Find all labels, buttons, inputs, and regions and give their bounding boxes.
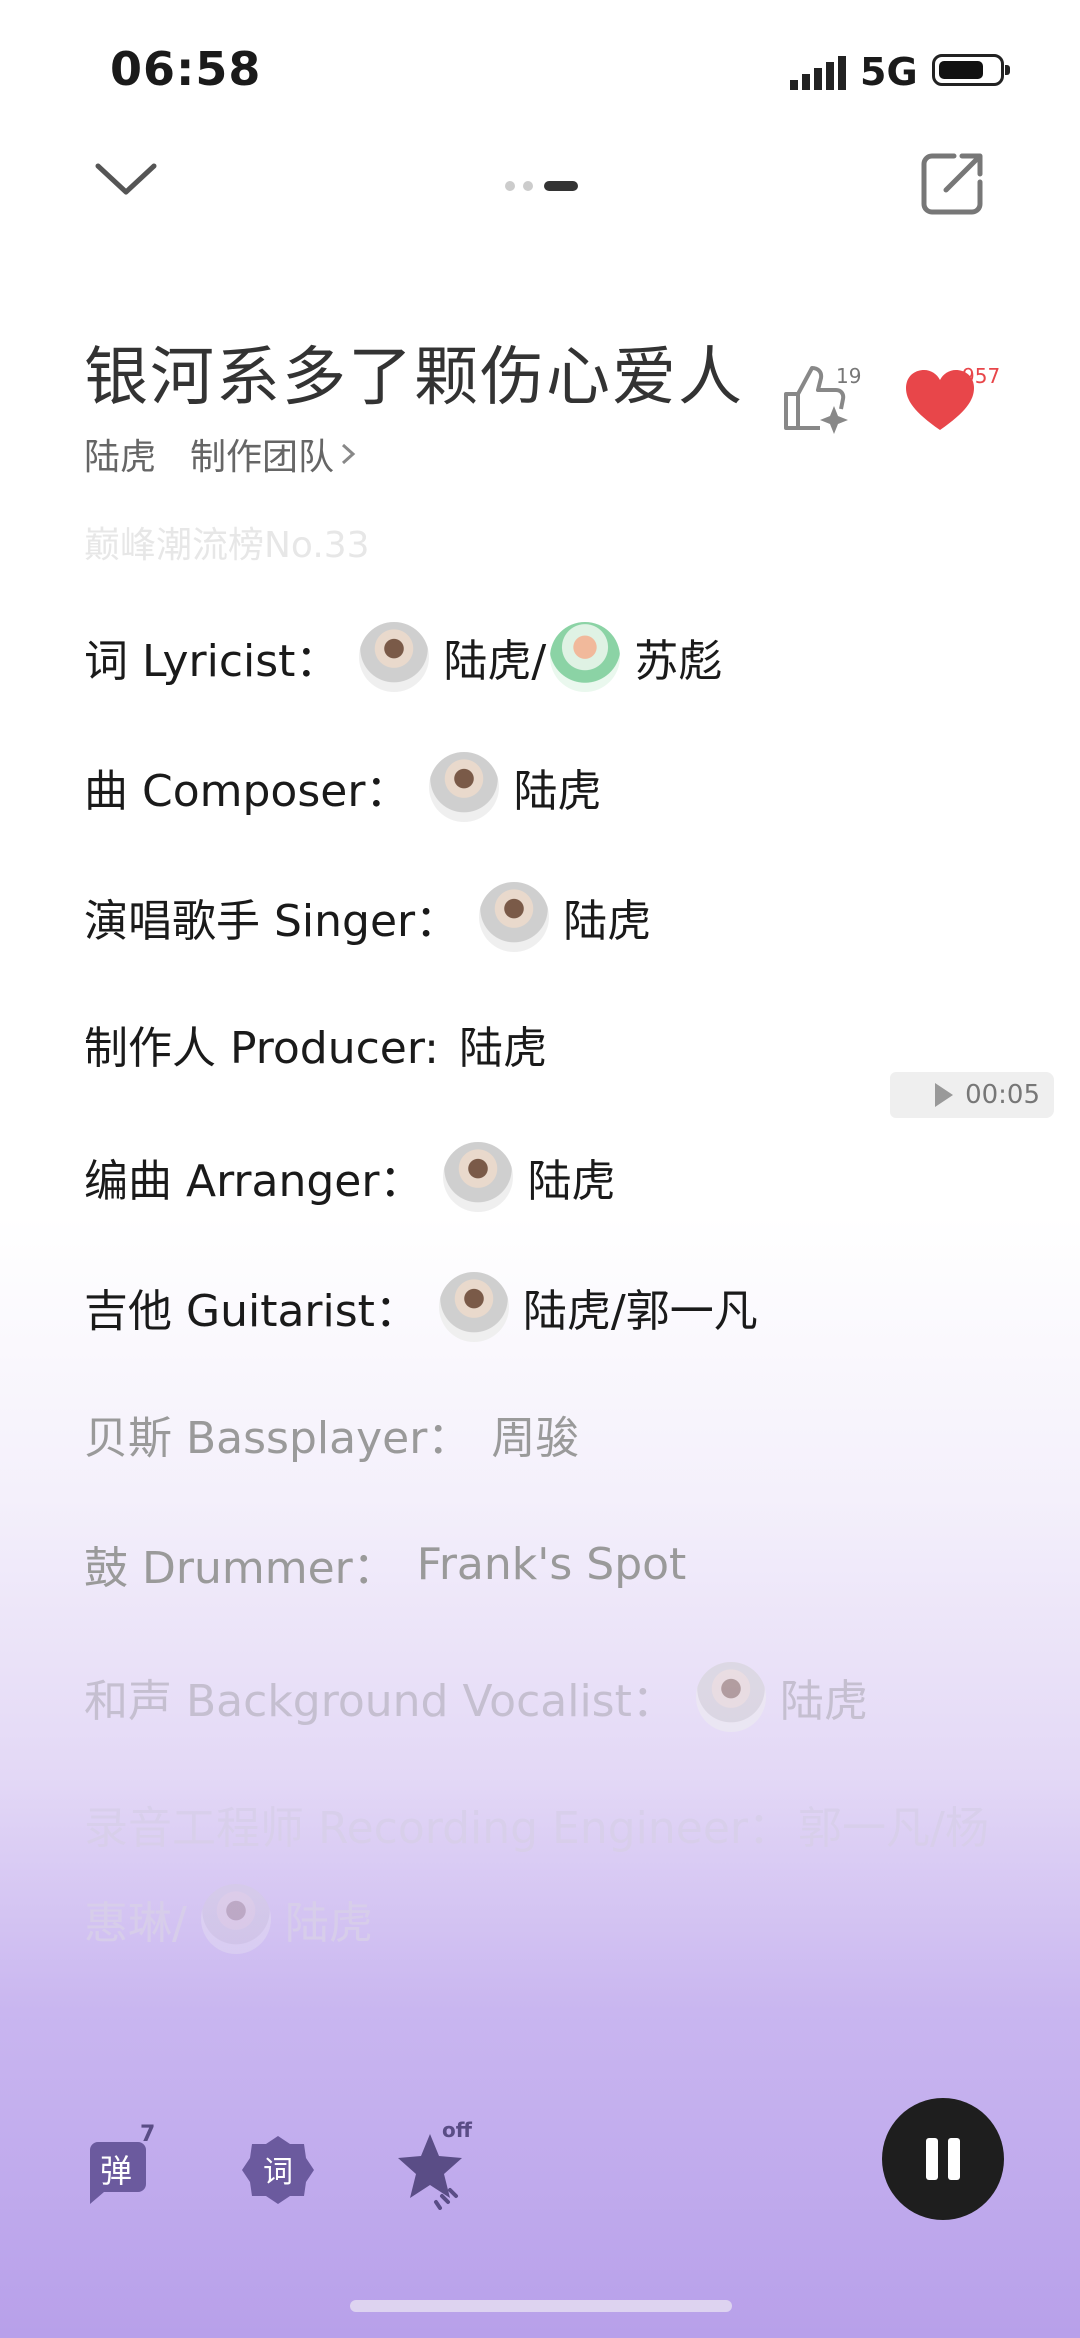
avatar[interactable]	[550, 622, 621, 692]
status-time: 06:58	[110, 42, 262, 96]
song-subtitle: 陆虎 制作团队	[84, 428, 356, 480]
credit-label: 吉他 Guitarist：	[84, 1286, 419, 1337]
credit-label: 编曲 Arranger：	[84, 1156, 424, 1207]
pause-button[interactable]	[882, 2098, 1004, 2220]
avatar[interactable]	[200, 1884, 271, 1954]
credit-label: 鼓 Drummer：	[84, 1543, 397, 1594]
like-count: 19	[836, 364, 862, 388]
credit-name: 陆虎	[284, 1898, 373, 1949]
credit-name[interactable]: 苏彪	[634, 625, 722, 689]
battery-icon	[932, 54, 1010, 86]
danmaku-icon-text: 弹	[100, 2152, 132, 2190]
pause-icon	[926, 2138, 938, 2180]
credit-name: 郭一凡/杨	[798, 1803, 989, 1854]
pause-icon	[948, 2138, 960, 2180]
credit-name[interactable]: 陆虎/郭一凡	[523, 1275, 758, 1339]
avatar[interactable]	[695, 1662, 766, 1732]
credit-bassplayer: 贝斯 Bassplayer： 周骏	[84, 1402, 579, 1466]
avatar[interactable]	[429, 752, 500, 822]
favorite-count: 957	[962, 364, 1001, 388]
credit-label: 曲 Composer：	[84, 766, 410, 817]
avatar[interactable]	[479, 882, 550, 952]
team-link-label: 制作团队	[190, 437, 335, 478]
credit-name[interactable]: 陆虎	[513, 755, 601, 819]
credit-label: 贝斯 Bassplayer：	[84, 1413, 472, 1464]
avatar[interactable]	[443, 1142, 514, 1212]
effect-star-button[interactable]: off	[396, 2118, 476, 2210]
song-title: 银河系多了颗伤心爱人	[84, 341, 744, 415]
credit-recording-engineer-line2: 惠琳/ 陆虎	[84, 1884, 373, 1954]
avatar[interactable]	[438, 1272, 509, 1342]
credit-arranger: 编曲 Arranger： 陆虎	[84, 1142, 615, 1212]
play-icon	[935, 1083, 954, 1107]
credit-background-vocalist: 和声 Background Vocalist： 陆虎	[84, 1662, 868, 1732]
credit-name: Frank's Spot	[416, 1538, 687, 1590]
credit-label: 录音工程师 Recording Engineer：	[84, 1803, 792, 1854]
credit-name: 惠琳/	[84, 1898, 187, 1949]
star-icon	[398, 2134, 462, 2210]
credit-composer: 曲 Composer： 陆虎	[84, 752, 601, 822]
credit-label: 和声 Background Vocalist：	[84, 1676, 676, 1727]
home-indicator[interactable]	[350, 2300, 732, 2312]
timestamp-label: 00:05	[965, 1080, 1040, 1110]
collapse-chevron-icon[interactable]	[94, 160, 158, 200]
danmaku-button[interactable]: 弹 7	[82, 2122, 162, 2210]
credit-name[interactable]: 陆虎	[527, 1145, 615, 1209]
signal-icon	[790, 56, 846, 90]
credit-label: 词 Lyricist：	[84, 636, 340, 687]
share-icon[interactable]	[920, 150, 986, 216]
credit-guitarist: 吉他 Guitarist： 陆虎/郭一凡	[84, 1272, 758, 1342]
artist-link[interactable]: 陆虎	[84, 428, 156, 480]
credit-singer: 演唱歌手 Singer： 陆虎	[84, 882, 651, 952]
star-state-badge: off	[442, 2118, 472, 2142]
credit-name: 周骏	[491, 1413, 580, 1464]
lyric-timestamp-tag[interactable]: 00:05	[890, 1072, 1054, 1118]
credit-name: 陆虎	[459, 1023, 548, 1074]
credit-drummer: 鼓 Drummer： Frank's Spot	[84, 1532, 686, 1596]
network-label: 5G	[860, 50, 918, 94]
lyrics-icon: 词	[242, 2136, 314, 2204]
lyrics-toggle-button[interactable]: 词	[238, 2130, 318, 2210]
avatar[interactable]	[359, 622, 430, 692]
credit-label: 演唱歌手 Singer：	[84, 896, 460, 947]
credit-lyricist: 词 Lyricist： 陆虎/ 苏彪	[84, 622, 722, 692]
team-link[interactable]: 制作团队	[190, 428, 356, 480]
credit-producer: 制作人 Producer: 陆虎	[84, 1012, 547, 1076]
page-indicator	[505, 181, 578, 191]
credit-name[interactable]: 陆虎/	[443, 625, 546, 689]
chart-rank-link[interactable]: 巅峰潮流榜No.33	[84, 516, 370, 568]
credit-name[interactable]: 陆虎	[780, 1665, 868, 1729]
danmaku-count-badge: 7	[140, 2122, 156, 2147]
credit-name[interactable]: 陆虎	[563, 885, 651, 949]
credit-label: 制作人 Producer:	[84, 1023, 440, 1074]
credit-recording-engineer: 录音工程师 Recording Engineer： 郭一凡/杨	[84, 1792, 989, 1856]
lyrics-icon-text: 词	[263, 2155, 293, 2190]
chevron-right-icon	[342, 443, 356, 465]
